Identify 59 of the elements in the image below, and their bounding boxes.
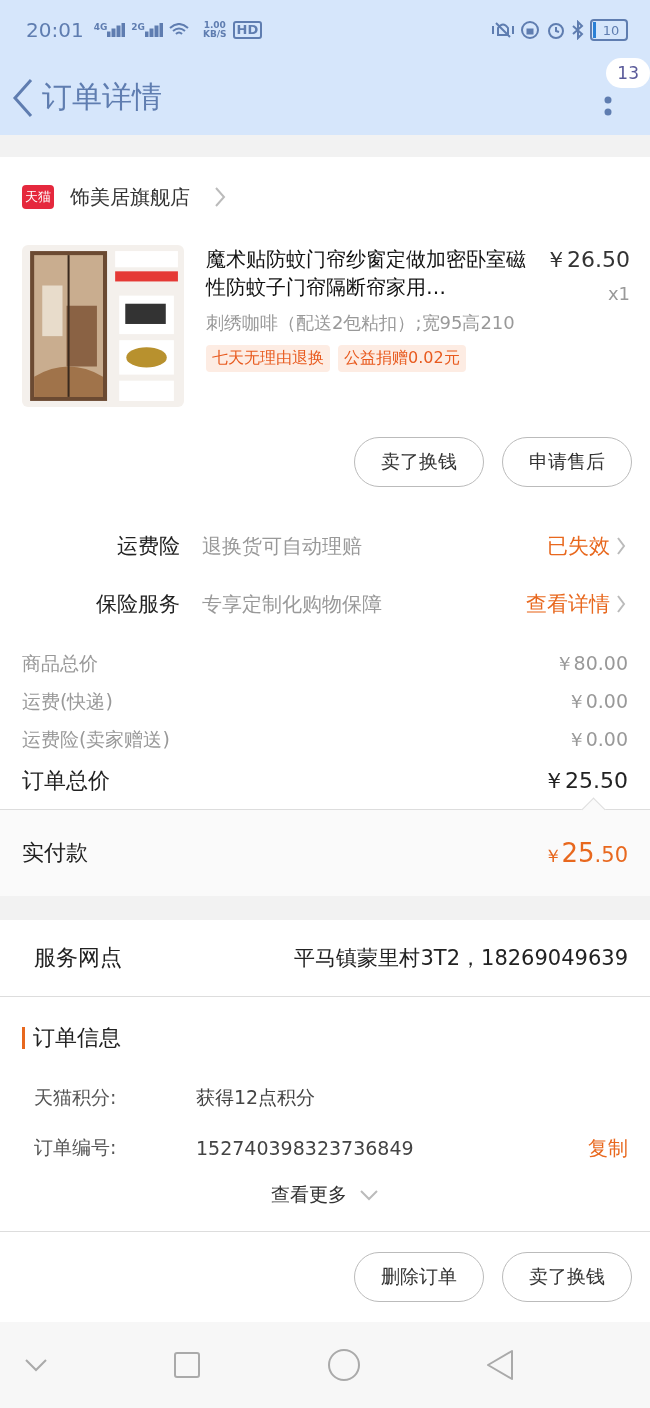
- bluetooth-icon: [572, 20, 584, 40]
- order-total-value: ￥25.50: [543, 767, 628, 795]
- order-total-label: 订单总价: [22, 767, 110, 795]
- speed-value: 1.00: [203, 21, 226, 30]
- order-action-button[interactable]: 卖了换钱: [354, 437, 484, 487]
- chevron-down-icon[interactable]: [359, 1189, 379, 1201]
- service-description: 退换货可自动理赔: [202, 532, 362, 560]
- service-point-label: 服务网点: [34, 944, 122, 972]
- chevron-right-icon[interactable]: [214, 186, 226, 208]
- show-more-link[interactable]: 查看更多: [271, 1182, 347, 1208]
- info-label: 天猫积分:: [34, 1085, 118, 1110]
- speed-unit: KB/S: [202, 30, 227, 39]
- lock-icon: [520, 20, 540, 40]
- chevron-right-icon[interactable]: [616, 536, 626, 556]
- battery-icon: 10: [590, 19, 628, 41]
- paid-label: 实付款: [22, 839, 88, 867]
- service-description: 专享定制化购物保障: [202, 590, 382, 618]
- page-title: 订单详情: [42, 78, 162, 116]
- message-count-badge: 13: [606, 57, 650, 88]
- signal-icon: [107, 23, 126, 37]
- info-value: 获得12点积分: [196, 1085, 316, 1110]
- order-action-button[interactable]: 申请售后: [502, 437, 632, 487]
- service-label: 运费险: [116, 533, 180, 560]
- network-label: 2G: [131, 23, 145, 32]
- network-label: 4G: [93, 23, 108, 32]
- back-icon[interactable]: [12, 77, 34, 118]
- recent-apps-icon[interactable]: [173, 1351, 202, 1379]
- price-label: 运费险(卖家赠送): [22, 727, 170, 752]
- product-title[interactable]: 魔术贴防蚊门帘纱窗定做加密卧室磁性防蚊子门帘隔断帘家用…: [206, 245, 529, 304]
- hd-label: HD: [232, 21, 263, 39]
- status-time: 20:01: [26, 18, 84, 42]
- product-price: ￥26.50: [545, 246, 630, 274]
- signal-icon: [144, 23, 163, 37]
- service-label: 保险服务: [95, 591, 180, 618]
- home-icon[interactable]: [326, 1348, 361, 1382]
- price-label: 商品总价: [22, 651, 98, 676]
- product-quantity: x1: [607, 283, 630, 304]
- product-spec: 刺绣咖啡（配送2包粘扣）;宽95高210: [206, 311, 516, 335]
- chevron-down-icon[interactable]: [24, 1358, 48, 1372]
- service-point-value: 平马镇蒙里村3T2，18269049639: [294, 945, 628, 972]
- section-title: 订单信息: [33, 1024, 121, 1052]
- price-value: ￥0.00: [566, 689, 628, 714]
- order-action-button[interactable]: 卖了换钱: [502, 1252, 632, 1302]
- info-value: 152740398323736849: [196, 1137, 414, 1159]
- back-icon[interactable]: [486, 1349, 514, 1381]
- price-value: ￥0.00: [566, 727, 628, 752]
- price-value: ￥80.00: [554, 651, 628, 676]
- order-action-button[interactable]: 删除订单: [354, 1252, 484, 1302]
- tmall-badge: 天猫: [22, 185, 54, 209]
- price-label: 运费(快递): [22, 689, 113, 714]
- service-tag: 七天无理由退换: [206, 345, 330, 372]
- vibrate-icon: [492, 20, 514, 40]
- chevron-right-icon[interactable]: [616, 594, 626, 614]
- info-label: 订单编号:: [34, 1135, 118, 1160]
- alarm-icon: [546, 20, 566, 40]
- store-name[interactable]: 饰美居旗舰店: [70, 183, 190, 211]
- paid-amount: ￥25.50: [543, 838, 628, 868]
- service-tag: 公益捐赠0.02元: [338, 345, 466, 372]
- wifi-icon: [168, 23, 189, 37]
